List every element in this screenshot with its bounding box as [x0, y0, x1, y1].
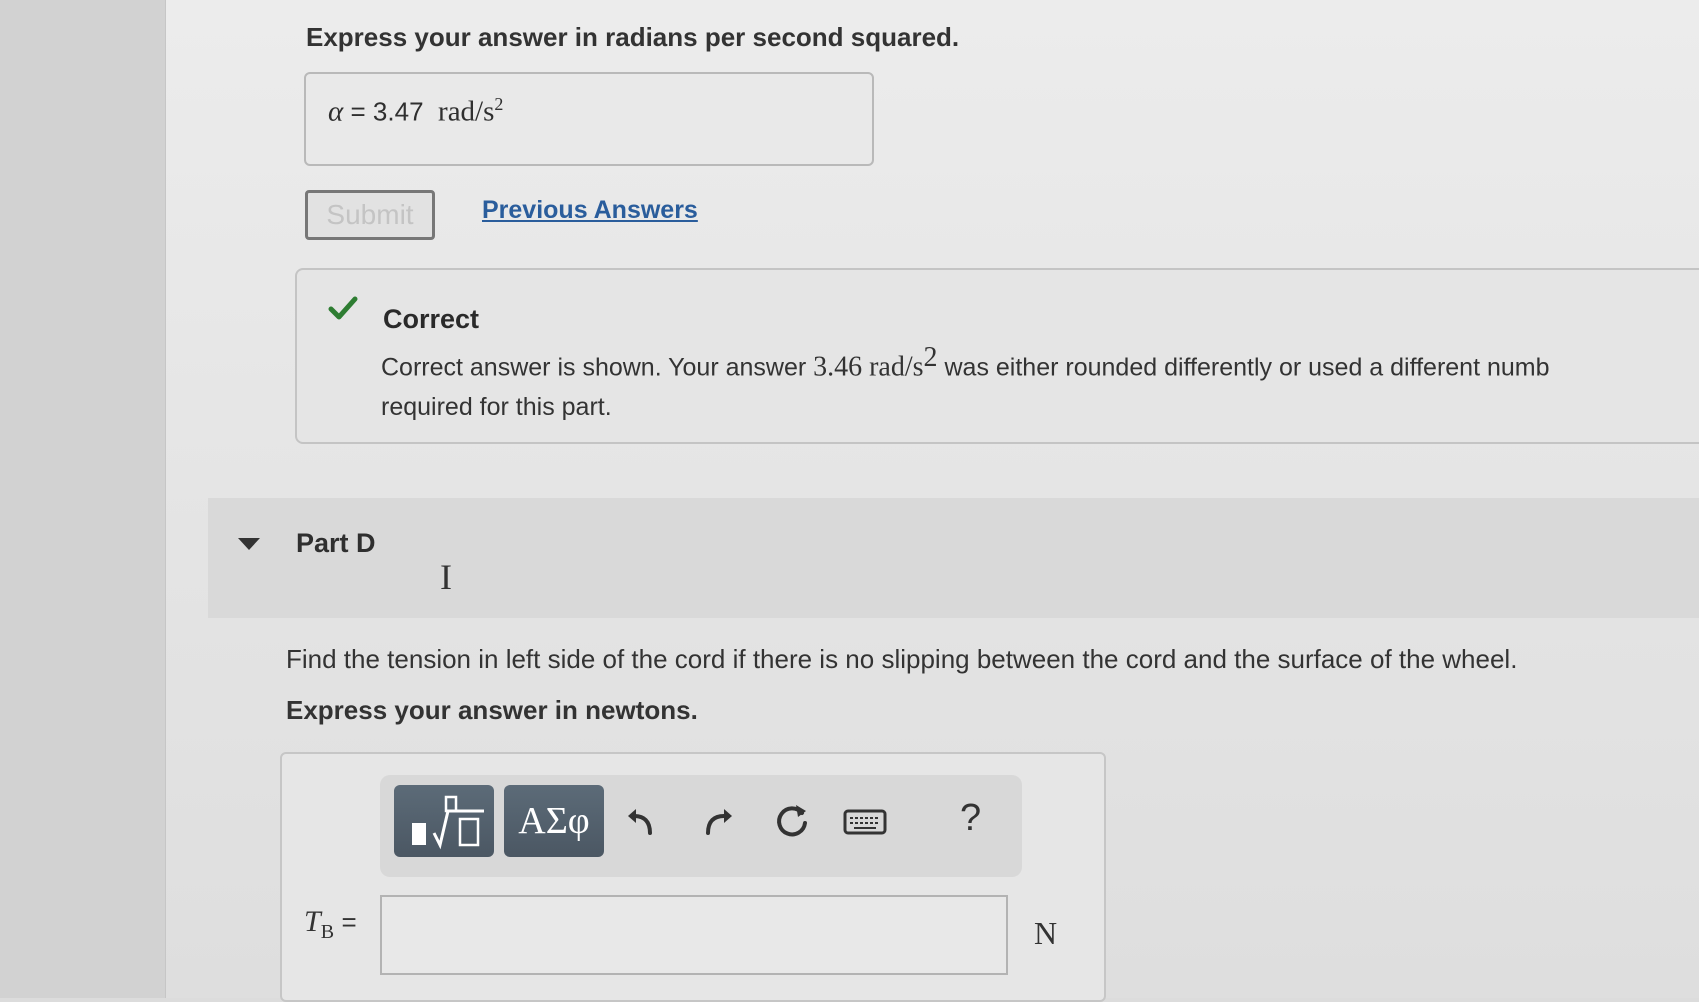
feedback-text-before: Correct answer is shown. Your answer: [381, 353, 807, 382]
feedback-user-unit-exponent: 2: [923, 342, 938, 373]
part-d-instruction: Express your answer in newtons.: [286, 695, 698, 725]
greek-symbols-button[interactable]: ΑΣφ: [504, 785, 604, 857]
feedback-status: Correct: [383, 304, 480, 334]
keyboard-icon[interactable]: [842, 801, 888, 841]
part-c-answer-math: α = 3.47 rad/s2: [328, 94, 503, 129]
unit-label: N: [1034, 915, 1058, 951]
left-sidebar: [0, 0, 165, 998]
reset-icon[interactable]: [772, 801, 812, 841]
templates-button[interactable]: [394, 785, 494, 857]
tension-answer-input[interactable]: [380, 895, 1008, 975]
submit-button[interactable]: Submit: [305, 190, 435, 240]
answer-symbol: α: [328, 95, 344, 128]
feedback-user-unit: rad/s: [869, 351, 924, 383]
answer-value: 3.47: [372, 96, 424, 127]
caret-down-icon[interactable]: [238, 538, 260, 550]
feedback-message: Correct answer is shown. Your answer 3.4…: [381, 338, 1699, 427]
part-c-instruction: Express your answer in radians per secon…: [306, 22, 960, 52]
part-d-header[interactable]: Part D: [208, 498, 1699, 618]
feedback-box: Correct Correct answer is shown. Your an…: [295, 268, 1699, 444]
undo-icon[interactable]: [622, 801, 662, 841]
answer-unit-exponent: 2: [494, 94, 504, 114]
part-c-answer-box: α = 3.47 rad/s2: [304, 72, 874, 166]
math-templates-icon: [412, 795, 484, 850]
variable-symbol: T: [304, 905, 321, 938]
check-icon: [328, 296, 358, 320]
feedback-text-after: was either rounded differently or used a…: [944, 353, 1550, 382]
math-toolbar: ΑΣφ ?: [380, 775, 1022, 877]
help-button[interactable]: ?: [960, 797, 981, 840]
variable-equals: =: [341, 907, 357, 937]
part-d-question: Find the tension in left side of the cor…: [286, 644, 1518, 674]
answer-equals: =: [350, 96, 366, 127]
answer-unit: rad/s: [438, 95, 495, 128]
feedback-user-answer: 3.46: [813, 351, 863, 383]
part-d-title: Part D: [296, 528, 376, 558]
text-cursor-icon: I: [440, 557, 452, 597]
variable-subscript: B: [320, 921, 335, 943]
previous-answers-link[interactable]: Previous Answers: [482, 196, 698, 225]
tension-variable-label: TB =: [304, 905, 357, 944]
feedback-text-line2: required for this part.: [381, 393, 612, 422]
redo-icon[interactable]: [698, 801, 738, 841]
